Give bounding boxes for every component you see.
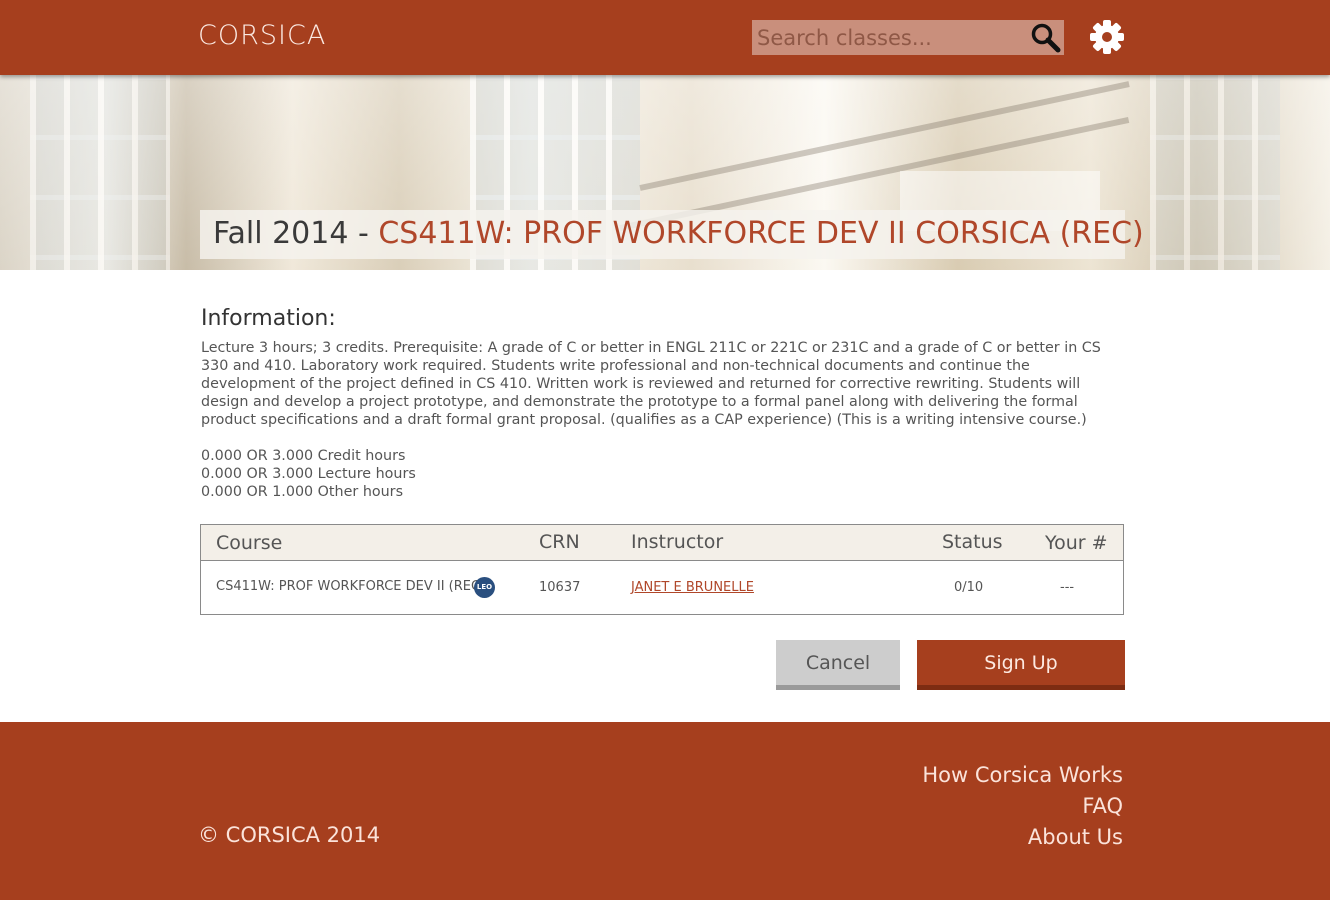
course-title: CS411W: PROF WORKFORCE DEV II CORSICA (R… [378,216,1144,251]
credit-hours: 0.000 OR 3.000 Credit hours [201,448,406,464]
footer: © CORSICA 2014 How Corsica Works FAQ Abo… [0,722,1330,900]
course-title-box: Fall 2014 - CS411W: PROF WORKFORCE DEV I… [200,210,1144,259]
instructor-link[interactable]: JANET E BRUNELLE [631,580,754,595]
page-title: Fall 2014 - CS411W: PROF WORKFORCE DEV I… [213,216,1144,251]
search-icon[interactable] [1030,22,1062,54]
search-input[interactable] [752,20,1027,55]
copyright-text: © CORSICA 2014 [198,823,381,847]
other-hours: 0.000 OR 1.000 Other hours [201,484,404,500]
term-label: Fall 2014 - [213,216,379,251]
footer-link-faq[interactable]: FAQ [1082,794,1123,818]
course-description: Lecture 3 hours; 3 credits. Prerequisite… [201,340,1101,428]
course-table: Course CRN Instructor Status Your # CS41… [200,524,1124,615]
table-header: Course CRN Instructor Status Your # [201,525,1123,561]
course-cell: CS411W: PROF WORKFORCE DEV II (REC) [216,579,486,594]
your-number-cell: --- [1060,580,1075,595]
cancel-button[interactable]: Cancel [776,640,900,690]
information-heading: Information: [201,306,336,331]
brand-logo[interactable]: CORSICA [198,20,326,51]
hours-list: 0.000 OR 3.000 Credit hours 0.000 OR 3.0… [201,447,416,501]
crn-cell: 10637 [539,580,581,595]
leo-badge-icon: LEO [474,577,495,598]
gear-icon[interactable] [1089,19,1125,55]
column-header-your-number: Your # [1045,532,1108,554]
column-header-course: Course [216,532,283,554]
sign-up-button[interactable]: Sign Up [917,640,1125,690]
status-cell: 0/10 [954,580,984,595]
column-header-status: Status [942,531,1003,553]
column-header-crn: CRN [539,531,580,553]
search-box [752,20,1064,55]
top-navbar: CORSICA [0,0,1330,75]
column-header-instructor: Instructor [631,531,724,553]
hero-window [30,75,170,270]
footer-link-how-corsica-works[interactable]: How Corsica Works [922,763,1123,787]
lecture-hours: 0.000 OR 3.000 Lecture hours [201,466,416,482]
hero-window [1150,75,1280,270]
footer-link-about-us[interactable]: About Us [1028,825,1123,849]
